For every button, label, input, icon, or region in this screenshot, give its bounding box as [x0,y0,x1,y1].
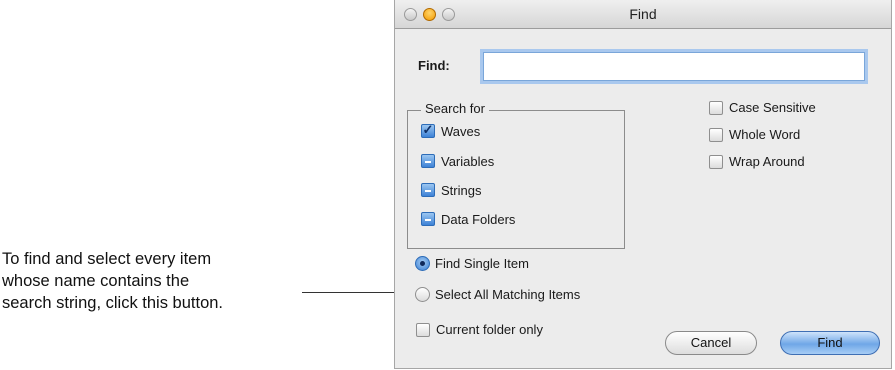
search-for-group [407,110,625,249]
find-button[interactable]: Find [780,331,880,355]
strings-checkbox[interactable] [421,183,435,197]
select-all-matching-radio[interactable] [415,287,430,302]
checkmark-icon: ✓ [422,122,434,137]
find-dialog: Find Find: Search for ✓ Waves Variables … [394,0,892,369]
data-folders-label: Data Folders [441,212,516,227]
wrap-around-checkbox[interactable] [709,155,723,169]
current-folder-only-label: Current folder only [436,322,543,337]
window-title: Find [629,6,657,22]
whole-word-checkbox[interactable] [709,128,723,142]
annotation-callout: To find and select every item whose name… [2,248,302,314]
find-single-item-radio[interactable] [415,256,430,271]
current-folder-only-checkbox[interactable] [416,323,430,337]
select-all-matching-label: Select All Matching Items [435,287,581,302]
case-sensitive-label: Case Sensitive [729,100,816,115]
title-bar[interactable]: Find [395,0,891,29]
dash-icon [425,219,431,221]
dash-icon [425,190,431,192]
search-for-title: Search for [421,101,489,116]
find-label: Find: [418,58,450,73]
find-single-item-label: Find Single Item [435,256,529,271]
dash-icon [425,161,431,163]
waves-checkbox[interactable]: ✓ [421,122,435,138]
wrap-around-label: Wrap Around [729,154,805,169]
annotation-line: To find and select every item [2,250,212,268]
waves-label: Waves [441,124,481,139]
annotation-line: whose name contains the [2,272,190,290]
strings-label: Strings [441,183,482,198]
variables-checkbox[interactable] [421,154,435,168]
annotation-line: search string, click this button. [2,294,224,312]
case-sensitive-checkbox[interactable] [709,101,723,115]
cancel-button[interactable]: Cancel [665,331,757,355]
whole-word-label: Whole Word [729,127,801,142]
variables-label: Variables [441,154,495,169]
find-input[interactable] [483,52,865,81]
annotation-leader-line [302,292,402,293]
data-folders-checkbox[interactable] [421,212,435,226]
